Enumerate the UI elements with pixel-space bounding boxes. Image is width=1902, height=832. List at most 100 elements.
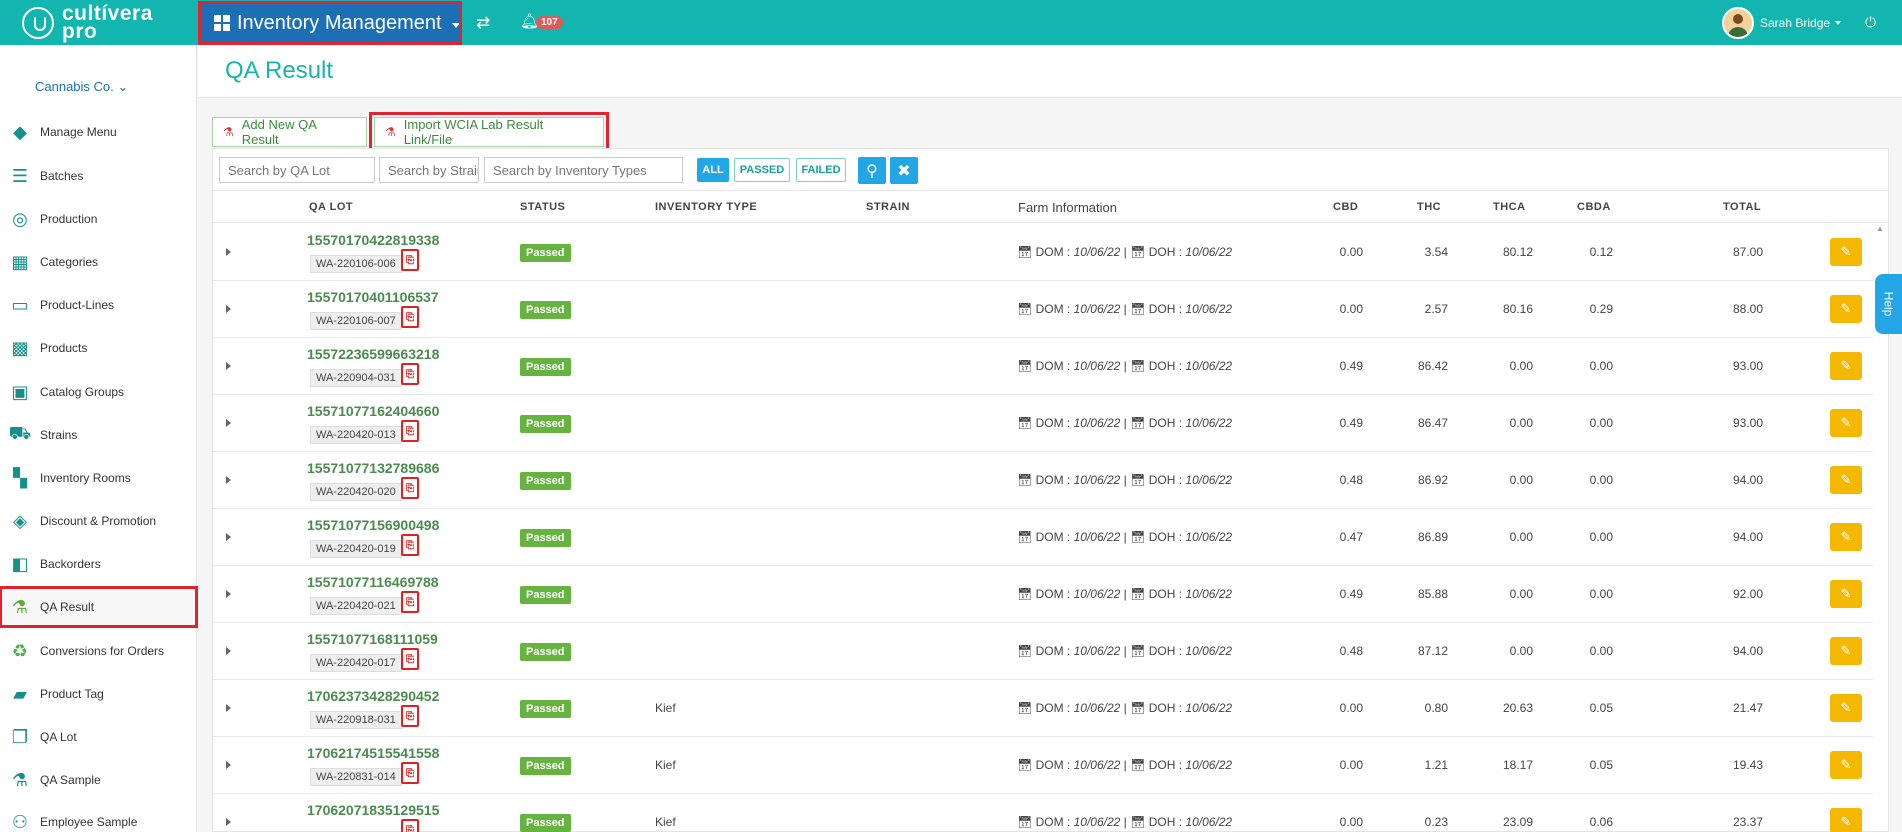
qa-lot-search-input[interactable]: Search by QA Lot [219, 157, 375, 183]
col-cbda[interactable]: CBDA [1577, 201, 1611, 213]
sidebar-item-conversions[interactable]: ♻ Conversions for Orders [0, 631, 197, 671]
company-selector[interactable]: Cannabis Co. ⌄ [35, 79, 128, 95]
expand-row-icon[interactable] [226, 761, 231, 769]
pdf-icon[interactable]: ⎘ [401, 420, 419, 442]
edit-button[interactable]: ✎ [1830, 466, 1862, 494]
expand-row-icon[interactable] [226, 305, 231, 313]
expand-row-icon[interactable] [226, 704, 231, 712]
sidebar-item-strains[interactable]: ⛟ Strains [0, 415, 197, 455]
qa-lot-link[interactable]: 17062373428290452 [307, 688, 439, 704]
expand-row-icon[interactable] [226, 533, 231, 541]
col-cbd[interactable]: CBD [1333, 201, 1358, 213]
pdf-icon[interactable]: ⎘ [401, 306, 419, 328]
pdf-icon[interactable]: ⎘ [401, 648, 419, 670]
table-row[interactable]: 15571077168111059 WA-220420-017 ⎘ Passed 📅︎ … [213, 623, 1873, 680]
edit-button[interactable]: ✎ [1830, 238, 1862, 266]
sidebar-item-categories[interactable]: ▦ Categories [0, 242, 197, 282]
sidebar-item-product-lines[interactable]: ▭ Product-Lines [0, 285, 197, 325]
qa-lot-link[interactable]: 15570170401106537 [307, 289, 439, 305]
qa-lot-link[interactable]: 15571077116469788 [307, 574, 439, 590]
sidebar-item-catalog-groups[interactable]: ▣ Catalog Groups [0, 372, 197, 412]
sidebar-item-product-tag[interactable]: ▰ Product Tag [0, 674, 197, 714]
qa-lot-link[interactable]: 15571077162404660 [307, 403, 439, 419]
clear-filter-button[interactable]: ✖ [890, 157, 918, 184]
edit-button[interactable]: ✎ [1830, 409, 1862, 437]
edit-button[interactable]: ✎ [1830, 352, 1862, 380]
table-row[interactable]: 15571077116469788 WA-220420-021 ⎘ Passed 📅︎ … [213, 566, 1873, 623]
sidebar-item-qa-sample[interactable]: ⚗ QA Sample [0, 760, 197, 800]
sidebar-item-batches[interactable]: ☰ Batches [0, 156, 197, 196]
pdf-icon[interactable]: ⎘ [401, 762, 419, 784]
edit-button[interactable]: ✎ [1830, 580, 1862, 608]
col-inventory-type[interactable]: INVENTORY TYPE [655, 201, 757, 213]
pdf-icon[interactable]: ⎘ [401, 591, 419, 613]
pdf-icon[interactable]: ⎘ [401, 819, 419, 832]
edit-button[interactable]: ✎ [1830, 295, 1862, 323]
table-row[interactable]: 17062174515541558 WA-220831-014 ⎘ Passed Kie… [213, 737, 1873, 794]
edit-button[interactable]: ✎ [1830, 637, 1862, 665]
edit-button[interactable]: ✎ [1830, 808, 1862, 832]
col-total[interactable]: TOTAL [1723, 201, 1761, 213]
inventory-type-search-input[interactable]: Search by Inventory Types [484, 157, 683, 183]
pdf-icon[interactable]: ⎘ [401, 534, 419, 556]
qa-lot-link[interactable]: 15570170422819338 [307, 232, 439, 248]
scroll-up-icon[interactable]: ▲ [1876, 224, 1884, 233]
col-status[interactable]: STATUS [520, 201, 565, 213]
help-tab[interactable]: Help [1875, 274, 1902, 334]
import-wcia-button[interactable]: ⚗ Import WCIA Lab Result Link/File [369, 112, 609, 152]
qa-lot-link[interactable]: 15571077156900498 [307, 517, 439, 533]
expand-row-icon[interactable] [226, 818, 231, 826]
sidebar-item-discount-promotion[interactable]: ◈ Discount & Promotion [0, 501, 197, 541]
switch-icon[interactable]: ⇄ [476, 13, 490, 33]
qa-lot-link[interactable]: 17062071835129515 [307, 802, 439, 818]
table-row[interactable]: 17062373428290452 WA-220918-031 ⎘ Passed Kie… [213, 680, 1873, 737]
table-row[interactable]: 15570170401106537 WA-220106-007 ⎘ Passed 📅︎ … [213, 281, 1873, 338]
edit-button[interactable]: ✎ [1830, 751, 1862, 779]
sidebar-item-inventory-rooms[interactable]: ▚ Inventory Rooms [0, 458, 197, 498]
table-row[interactable]: 15571077132789686 WA-220420-020 ⎘ Passed 📅︎ … [213, 452, 1873, 509]
sidebar-item-qa-lot[interactable]: ❐ QA Lot [0, 717, 197, 757]
sidebar-item-qa-result[interactable]: ⚗ QA Result [0, 586, 198, 628]
expand-row-icon[interactable] [226, 476, 231, 484]
expand-row-icon[interactable] [226, 590, 231, 598]
qa-lot-link[interactable]: 15571077132789686 [307, 460, 439, 476]
sidebar-item-products[interactable]: ▩ Products [0, 328, 197, 368]
filter-passed-chip[interactable]: PASSED [734, 158, 790, 182]
col-qa-lot[interactable]: QA LOT [309, 201, 353, 213]
edit-button[interactable]: ✎ [1830, 694, 1862, 722]
pdf-icon[interactable]: ⎘ [401, 363, 419, 385]
expand-row-icon[interactable] [226, 248, 231, 256]
qa-lot-link[interactable]: 15571077168111059 [307, 631, 438, 647]
col-thc[interactable]: THC [1417, 201, 1441, 213]
pdf-icon[interactable]: ⎘ [401, 477, 419, 499]
sidebar-item-manage-menu[interactable]: ◆ Manage Menu [0, 112, 197, 152]
sidebar-item-backorders[interactable]: ◧ Backorders [0, 544, 197, 584]
strain-search-input[interactable]: Search by Strain [379, 157, 479, 183]
table-row[interactable]: 15570170422819338 WA-220106-006 ⎘ Passed 📅︎ … [213, 224, 1873, 281]
table-row[interactable]: 15572236599663218 WA-220904-031 ⎘ Passed 📅︎ … [213, 338, 1873, 395]
sidebar-item-employee-sample[interactable]: ⚇ Employee Sample [0, 802, 197, 832]
col-thca[interactable]: THCA [1493, 201, 1526, 213]
module-selector[interactable]: Inventory Management [198, 1, 462, 45]
filter-all-chip[interactable]: ALL [697, 158, 729, 182]
table-row[interactable]: 15571077162404660 WA-220420-013 ⎘ Passed 📅︎ … [213, 395, 1873, 452]
search-button[interactable]: ⚲ [858, 157, 886, 184]
col-farm-information[interactable]: Farm Information [1018, 200, 1117, 215]
expand-row-icon[interactable] [226, 419, 231, 427]
expand-row-icon[interactable] [226, 362, 231, 370]
edit-button[interactable]: ✎ [1830, 523, 1862, 551]
filter-failed-chip[interactable]: FAILED [796, 158, 846, 182]
table-row[interactable]: 15571077156900498 WA-220420-019 ⎘ Passed 📅︎ … [213, 509, 1873, 566]
user-menu[interactable]: Sarah Bridge [1722, 7, 1842, 39]
add-qa-result-button[interactable]: ⚗ Add New QA Result [212, 117, 367, 147]
app-logo[interactable]: cultívera pro [22, 3, 153, 42]
table-row[interactable]: 17062071835129515 ⎘ Passed Kief 📅︎ DOM : 10/… [213, 794, 1873, 832]
qa-lot-link[interactable]: 15572236599663218 [307, 346, 439, 362]
pdf-icon[interactable]: ⎘ [401, 249, 419, 271]
col-strain[interactable]: STRAIN [866, 201, 910, 213]
pdf-icon[interactable]: ⎘ [401, 705, 419, 727]
power-icon[interactable]: ⏻ [1865, 14, 1876, 31]
expand-row-icon[interactable] [226, 647, 231, 655]
qa-lot-link[interactable]: 17062174515541558 [307, 745, 439, 761]
sidebar-item-production[interactable]: ◎ Production [0, 199, 197, 239]
